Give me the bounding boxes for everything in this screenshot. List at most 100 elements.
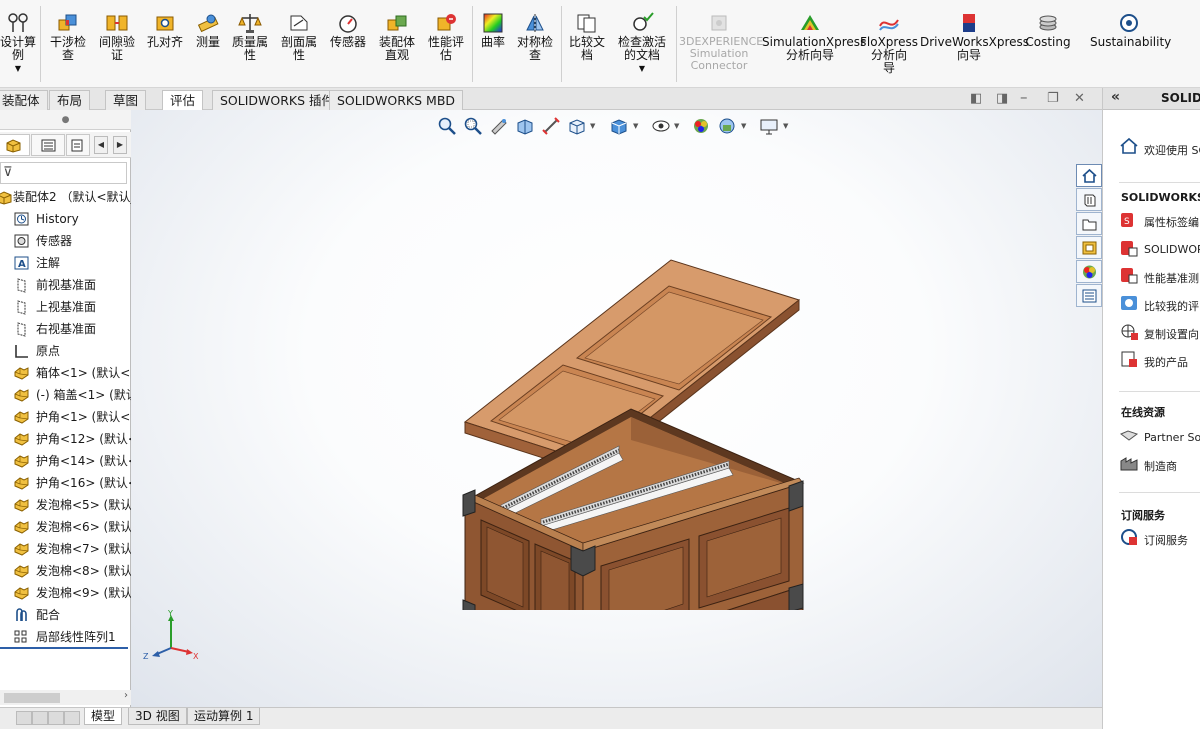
tool-link[interactable]: SOLIDWOR [1144, 243, 1200, 256]
clearance-verification-button[interactable]: 间隙验 证 [95, 12, 139, 62]
tree-item[interactable]: 护角<14> (默认< [0, 450, 131, 472]
edit-appearance-icon[interactable] [691, 116, 711, 136]
tab-sketch[interactable]: 草图 [105, 90, 147, 110]
tree-item[interactable]: 右视基准面 [0, 318, 131, 340]
section-view-icon[interactable] [515, 116, 535, 136]
simulationxpress-button[interactable]: SimulationXpress 分析向导 [762, 12, 866, 62]
welcome-link[interactable]: 欢迎使用 SO [1144, 142, 1200, 158]
tool-link[interactable]: 属性标签编 [1144, 214, 1199, 230]
hide-show-items-icon[interactable] [651, 116, 671, 136]
tree-filter[interactable]: ⊽ [0, 162, 127, 184]
tab-layout[interactable]: 布局 [49, 90, 91, 110]
first-tab-button[interactable] [16, 711, 32, 725]
apply-scene-icon[interactable] [717, 116, 737, 136]
sustainability-button[interactable]: Sustainability [1090, 12, 1171, 49]
view-settings-icon[interactable] [759, 116, 779, 136]
driveworksxpress-button[interactable]: DriveWorksXpress 向导 [920, 12, 1029, 62]
assemblyxpert-button[interactable]: 装配体 直观 [375, 12, 419, 62]
tab-view-palette[interactable] [1076, 236, 1102, 259]
tree-root-assembly[interactable]: 装配体2 （默认<默认_ [0, 186, 131, 208]
dropdown-arrow-icon[interactable]: ▼ [674, 122, 679, 130]
subscription-link[interactable]: 订阅服务 [1144, 532, 1188, 548]
tree-item[interactable]: 箱体<1> (默认< [0, 362, 131, 384]
tab-motion-study[interactable]: 运动算例 1 [187, 708, 261, 725]
costing-button[interactable]: Costing [1022, 12, 1074, 49]
tree-item[interactable]: (-) 箱盖<1> (默认 [0, 384, 131, 406]
dropdown-arrow-icon[interactable]: ▼ [741, 122, 746, 130]
tab-appearances[interactable] [1076, 260, 1102, 283]
tree-item[interactable]: 发泡棉<7> (默认 [0, 538, 131, 560]
section-properties-button[interactable]: 剖面属 性 [277, 12, 321, 62]
design-study-button[interactable]: 设计算 例 ▼ [0, 12, 38, 75]
online-link[interactable]: Partner Sol [1144, 431, 1200, 444]
online-link[interactable]: 制造商 [1144, 458, 1177, 474]
hole-alignment-button[interactable]: 孔对齐 [143, 12, 187, 49]
tree-item[interactable]: 传感器 [0, 230, 131, 252]
tool-link[interactable]: 性能基准测 [1144, 270, 1199, 286]
scroll-right-icon[interactable]: › [124, 690, 128, 701]
tree-item[interactable]: 上视基准面 [0, 296, 131, 318]
tree-item[interactable]: 局部线性阵列1 [0, 626, 131, 648]
minimize-icon[interactable]: – [1020, 88, 1028, 106]
tab-evaluate[interactable]: 评估 [162, 90, 204, 111]
tree-item[interactable]: 护角<12> (默认< [0, 428, 131, 450]
tree-item[interactable]: 发泡棉<5> (默认 [0, 494, 131, 516]
collapse-chevron-icon[interactable]: « [1111, 89, 1120, 105]
tree-item[interactable]: 配合 [0, 604, 131, 626]
mass-properties-button[interactable]: 质量属 性 [228, 12, 272, 62]
symmetry-check-button[interactable]: 对称检 查 [513, 12, 557, 62]
performance-evaluation-button[interactable]: 性能评 估 [423, 12, 469, 62]
tab-scroll-right-button[interactable]: ▶ [113, 136, 127, 154]
previous-view-icon[interactable] [489, 116, 509, 136]
tab-3d-view[interactable]: 3D 视图 [128, 708, 187, 725]
floxpress-button[interactable]: FloXpress 分析向 导 [860, 12, 918, 75]
tab-file-explorer[interactable] [1076, 212, 1102, 235]
tool-link[interactable]: 我的产品 [1144, 354, 1188, 370]
previous-tab-button[interactable] [32, 711, 48, 725]
tool-link[interactable]: 比较我的评 [1144, 298, 1199, 314]
tab-solidworks-addins[interactable]: SOLIDWORKS 插件 [212, 90, 343, 110]
crate-model[interactable] [451, 250, 811, 610]
tab-solidworks-resources[interactable] [1076, 164, 1102, 187]
dropdown-arrow-icon[interactable]: ▼ [590, 122, 595, 130]
restore-icon[interactable]: ❐ [1047, 91, 1059, 106]
zoom-to-area-icon[interactable] [463, 116, 483, 136]
dropdown-arrow-icon[interactable]: ▼ [783, 122, 788, 130]
dropdown-arrow-icon[interactable]: ▼ [633, 122, 638, 130]
feature-manager-tab[interactable] [0, 134, 30, 156]
tree-item[interactable]: 护角<1> (默认< [0, 406, 131, 428]
tree-item[interactable]: 护角<16> (默认< [0, 472, 131, 494]
check-active-document-button[interactable]: 检查激活 的文档 ▼ [612, 12, 672, 75]
tree-item[interactable]: A 注解 [0, 252, 131, 274]
next-tab-button[interactable] [48, 711, 64, 725]
dynamic-annotation-icon[interactable] [541, 116, 561, 136]
graphics-area[interactable]: ▼ ▼ ▼ ▼ ▼ Y X Z [131, 110, 1102, 707]
tree-item[interactable]: 发泡棉<8> (默认 [0, 560, 131, 582]
dropdown-arrow-icon[interactable]: ▼ [0, 62, 38, 75]
compare-documents-button[interactable]: 比较文 档 [565, 12, 609, 62]
zoom-to-fit-icon[interactable] [437, 116, 457, 136]
tab-scroll-left-button[interactable]: ◀ [94, 136, 108, 154]
view-orientation-icon[interactable] [567, 116, 587, 136]
tool-link[interactable]: 复制设置向 [1144, 326, 1199, 342]
tab-custom-properties[interactable] [1076, 284, 1102, 307]
sensor-button[interactable]: 传感器 [326, 12, 370, 49]
curvature-button[interactable]: 曲率 [476, 12, 510, 49]
close-icon[interactable]: ✕ [1074, 91, 1085, 106]
tree-item[interactable]: 发泡棉<6> (默认 [0, 516, 131, 538]
tree-item[interactable]: 原点 [0, 340, 131, 362]
tile-left-icon[interactable]: ◧ [970, 91, 982, 106]
measure-button[interactable]: 测量 [190, 12, 226, 49]
display-style-icon[interactable] [609, 116, 629, 136]
dropdown-arrow-icon[interactable]: ▼ [612, 62, 672, 75]
interference-check-button[interactable]: 干涉检 查 [46, 12, 90, 62]
tree-item[interactable]: History [0, 208, 131, 230]
tree-item[interactable]: 发泡棉<9> (默认 [0, 582, 131, 604]
panel-grip[interactable]: ● [0, 110, 131, 130]
tree-item[interactable]: 前视基准面 [0, 274, 131, 296]
tab-design-library[interactable] [1076, 188, 1102, 211]
tile-right-icon[interactable]: ◨ [996, 91, 1008, 106]
last-tab-button[interactable] [64, 711, 80, 725]
tab-assembly[interactable]: 装配体 [0, 90, 48, 110]
3dexperience-connector-button[interactable]: 3DEXPERIENCE Simulation Connector [679, 12, 763, 72]
